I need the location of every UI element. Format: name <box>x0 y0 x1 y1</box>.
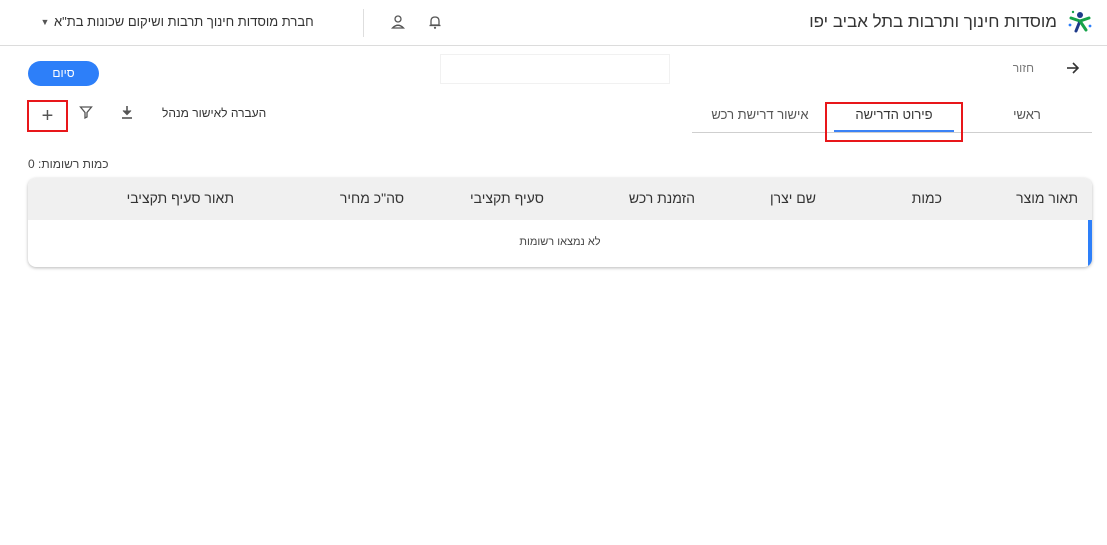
col-manufacturer[interactable]: שם יצרן <box>770 190 816 206</box>
app-title: מוסדות חינוך ותרבות בתל אביב יפו <box>809 12 1057 31</box>
col-budget-item[interactable]: סעיף תקציבי <box>470 190 544 206</box>
title-field <box>441 55 669 83</box>
filter-icon[interactable] <box>79 104 93 120</box>
empty-state-text: לא נמצאו רשומות <box>519 236 601 248</box>
table-header: תאור מוצר כמות שם יצרן הזמנת רכש סעיף תק… <box>28 178 1092 220</box>
logo-icon <box>1068 10 1092 33</box>
company-selector[interactable]: חברת מוסדות חינוך תרבות ושיקום שכונות בת… <box>54 14 314 29</box>
bell-icon[interactable] <box>428 14 442 30</box>
col-quantity[interactable]: כמות <box>912 190 942 206</box>
col-total-price[interactable]: סה"כ מחיר <box>340 190 404 206</box>
back-arrow-icon[interactable] <box>1064 60 1080 76</box>
tab-main[interactable]: ראשי <box>962 98 1092 133</box>
back-button[interactable]: חזור <box>1000 61 1034 75</box>
plus-icon: + <box>41 105 54 127</box>
records-count: כמות רשומות: 0 <box>28 157 109 171</box>
col-budget-item-description[interactable]: תאור סעיף תקציבי <box>127 190 234 206</box>
finish-button[interactable]: סיום <box>28 61 99 86</box>
transfer-to-manager-button[interactable]: העברה לאישור מנהל <box>162 106 266 120</box>
chevron-down-icon[interactable]: ▼ <box>38 14 52 30</box>
tab-highlight-outline <box>825 102 963 142</box>
tab-purchase-approval[interactable]: אישור דרישת רכש <box>698 98 822 133</box>
app-header: מוסדות חינוך ותרבות בתל אביב יפו ▼ חברת … <box>0 0 1107 46</box>
header-divider <box>363 9 364 37</box>
add-row-button[interactable]: + <box>27 100 68 132</box>
col-purchase-order[interactable]: הזמנת רכש <box>629 190 695 206</box>
user-icon[interactable] <box>391 14 405 30</box>
items-table: תאור מוצר כמות שם יצרן הזמנת רכש סעיף תק… <box>28 178 1092 267</box>
row-accent-bar <box>1088 220 1092 267</box>
download-icon[interactable] <box>120 104 134 120</box>
col-product-description[interactable]: תאור מוצר <box>1016 190 1078 206</box>
